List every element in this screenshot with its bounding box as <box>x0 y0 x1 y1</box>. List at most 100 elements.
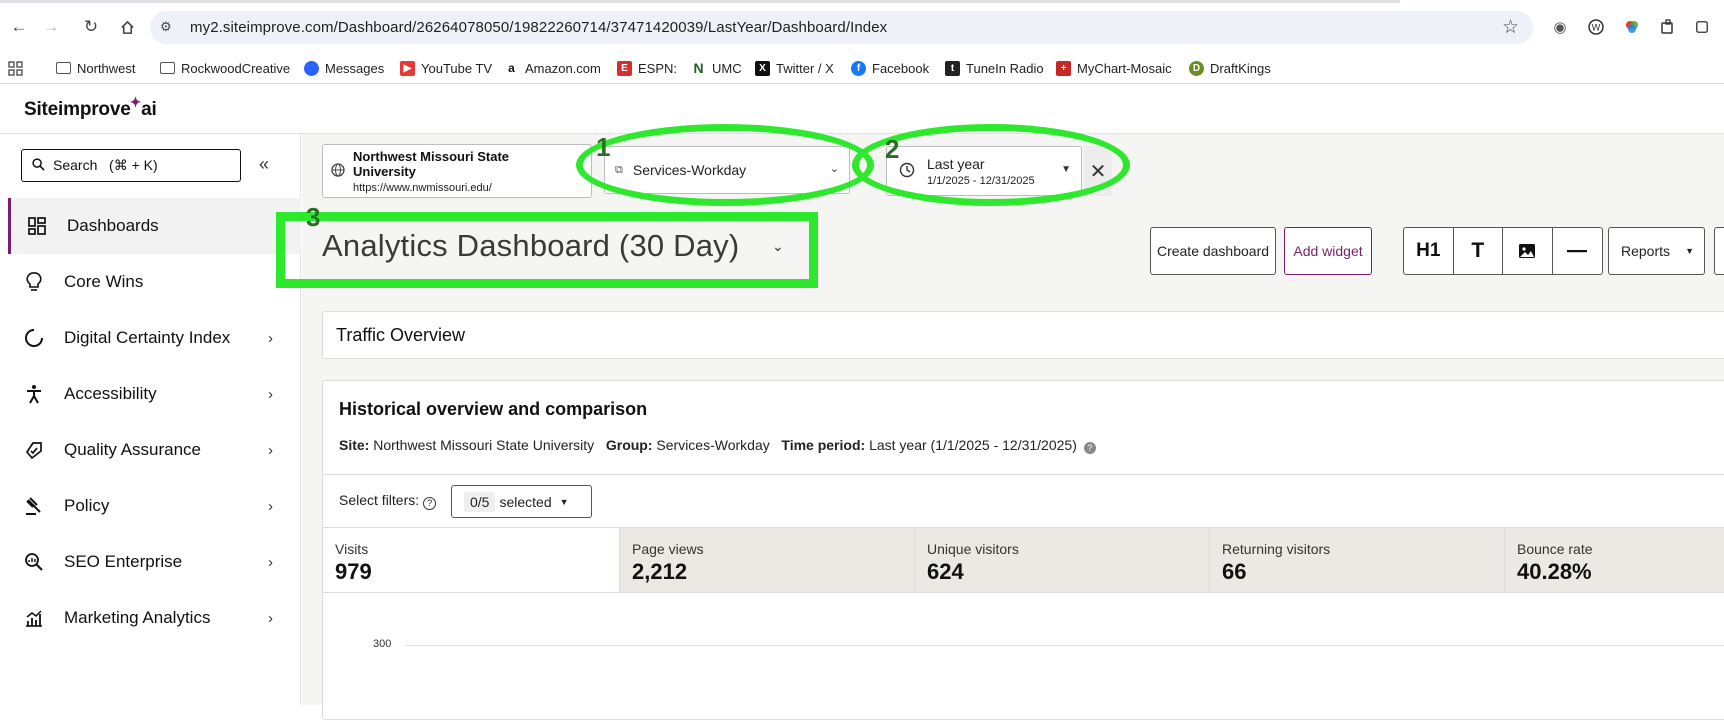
gavel-icon <box>23 495 45 517</box>
siteimprove-logo[interactable]: Siteimprove✦ai <box>24 94 157 121</box>
mychart-icon: + <box>1056 60 1071 76</box>
image-icon <box>1519 244 1536 258</box>
search-icon <box>32 157 45 174</box>
y-axis-tick: 300 <box>373 638 392 650</box>
address-bar[interactable]: ⚙ my2.siteimprove.com/Dashboard/26264078… <box>150 11 1533 44</box>
metric-returning-visitors[interactable]: Returning visitors 66 <box>1209 528 1504 592</box>
card-meta: Site: Northwest Missouri State Universit… <box>339 437 1096 454</box>
tab-strip <box>0 0 1400 3</box>
bookmark-northwest[interactable]: Northwest <box>56 58 136 78</box>
gridline <box>405 645 1724 646</box>
bookmark-messages[interactable]: Messages <box>304 58 384 78</box>
app-header: Siteimprove✦ai <box>0 84 1724 134</box>
sparkle-icon: ✦ <box>129 94 142 110</box>
metric-unique-visitors[interactable]: Unique visitors 624 <box>914 528 1209 592</box>
umc-icon: N <box>691 60 706 76</box>
filter-selector[interactable]: 0/5 selected ▼ <box>451 485 592 518</box>
facebook-icon: f <box>851 60 866 76</box>
bookmark-rockwoodcreative[interactable]: RockwoodCreative <box>160 58 290 78</box>
lightbulb-icon <box>23 271 45 293</box>
chevron-right-icon: › <box>268 385 273 403</box>
sidebar-item-digital-certainty-index[interactable]: Digital Certainty Index › <box>8 310 301 366</box>
chevron-right-icon: › <box>268 441 273 459</box>
side-panel-icon[interactable] <box>1692 16 1712 38</box>
home-icon[interactable] <box>116 16 138 38</box>
sidebar-item-dashboards[interactable]: Dashboards <box>8 198 301 254</box>
color-extension-icon[interactable] <box>1621 16 1643 38</box>
search-input[interactable]: Search (⌘ + K) <box>21 149 241 182</box>
bookmark-twitter[interactable]: X Twitter / X <box>755 58 834 78</box>
reports-dropdown[interactable]: Reports ▼ <box>1608 227 1705 275</box>
folder-icon <box>56 62 71 74</box>
caret-down-icon: ▼ <box>1685 246 1694 256</box>
sidebar-item-seo-enterprise[interactable]: SEO Enterprise › <box>8 534 301 590</box>
image-widget-button[interactable] <box>1503 228 1553 274</box>
reload-icon[interactable]: ↻ <box>80 16 102 38</box>
chevron-right-icon: › <box>268 553 273 571</box>
help-icon[interactable]: ? <box>423 497 437 510</box>
help-icon[interactable]: ? <box>1083 442 1096 454</box>
tunein-icon: t <box>945 60 960 76</box>
extensions-puzzle-icon[interactable] <box>1657 16 1679 38</box>
site-selector[interactable]: Northwest Missouri State University http… <box>322 144 592 198</box>
draftkings-icon: D <box>1189 60 1204 76</box>
apps-grid-icon[interactable] <box>8 58 23 78</box>
camera-icon[interactable]: ◉ <box>1549 16 1571 38</box>
site-info-icon[interactable]: ⚙ <box>160 19 172 35</box>
bookmark-amazon[interactable]: a Amazon.com <box>504 58 601 78</box>
back-icon[interactable]: ← <box>8 16 30 38</box>
sidebar-item-accessibility[interactable]: Accessibility › <box>8 366 301 422</box>
quality-icon <box>23 439 45 461</box>
site-url: https://www.nwmissouri.edu/ <box>353 182 492 194</box>
bookmark-facebook[interactable]: f Facebook <box>851 58 929 78</box>
analytics-icon <box>23 607 45 629</box>
collapse-sidebar-icon[interactable]: « <box>259 154 269 175</box>
sidebar-item-marketing-analytics[interactable]: Marketing Analytics › <box>8 590 301 646</box>
bookmark-youtube-tv[interactable]: ▶ YouTube TV <box>400 58 492 78</box>
bookmark-espn[interactable]: E ESPN: <box>617 58 677 78</box>
bookmark-draftkings[interactable]: D DraftKings <box>1189 58 1271 78</box>
traffic-overview-section: Traffic Overview <box>322 311 1724 359</box>
section-title: Traffic Overview <box>336 325 466 345</box>
caret-down-icon: ▼ <box>559 496 569 507</box>
annotation-number-3: 3 <box>306 202 321 232</box>
sidebar: Search (⌘ + K) « Dashboards Core Wins Di… <box>0 134 301 705</box>
chevron-right-icon: › <box>268 497 273 515</box>
bookmark-star-icon[interactable]: ☆ <box>1502 16 1519 39</box>
seo-icon <box>23 551 45 573</box>
bookmarks-bar: Northwest RockwoodCreative Messages ▶ You… <box>0 52 1724 84</box>
filters-label: Select filters:? <box>339 492 437 510</box>
svg-text:W: W <box>1592 24 1601 34</box>
create-dashboard-button[interactable]: Create dashboard <box>1150 227 1276 275</box>
browser-toolbar: ← → ↻ ⚙ my2.siteimprove.com/Dashboard/26… <box>0 0 1724 52</box>
accessibility-icon <box>23 383 45 405</box>
dashboard-icon <box>26 215 48 237</box>
text-widget-button[interactable]: T <box>1454 228 1503 274</box>
forward-icon[interactable]: → <box>40 16 62 38</box>
sidebar-item-policy[interactable]: Policy › <box>8 478 301 534</box>
sidebar-item-quality-assurance[interactable]: Quality Assurance › <box>8 422 301 478</box>
espn-icon: E <box>617 60 632 76</box>
add-widget-button[interactable]: Add widget <box>1284 227 1372 275</box>
metric-visits[interactable]: Visits 979 <box>323 528 619 592</box>
wordpress-extension-icon[interactable]: W <box>1585 16 1607 38</box>
heading-widget-button[interactable]: H1 <box>1404 228 1454 274</box>
bookmark-tunein[interactable]: t TuneIn Radio <box>945 58 1044 78</box>
divider-widget-button[interactable] <box>1553 228 1603 274</box>
annotation-ellipse-1 <box>576 124 874 206</box>
bookmark-mychart[interactable]: + MyChart-Mosaic <box>1056 58 1172 78</box>
bookmark-umc[interactable]: N UMC <box>691 58 742 78</box>
metric-bounce-rate[interactable]: Bounce rate 40.28% <box>1504 528 1724 592</box>
metric-page-views[interactable]: Page views 2,212 <box>619 528 914 592</box>
messages-icon <box>304 60 319 76</box>
historical-overview-card: Historical overview and comparison Site:… <box>322 380 1724 720</box>
url-text[interactable]: my2.siteimprove.com/Dashboard/2626407805… <box>190 19 887 36</box>
metrics-row: Visits 979 Page views 2,212 Unique visit… <box>323 527 1724 593</box>
globe-icon <box>331 163 345 180</box>
youtube-icon: ▶ <box>400 60 415 76</box>
annotation-rect-3 <box>276 212 818 288</box>
more-options-button[interactable] <box>1714 227 1724 275</box>
sidebar-item-core-wins[interactable]: Core Wins <box>8 254 301 310</box>
chevron-right-icon: › <box>268 329 273 347</box>
site-name: Northwest Missouri State University <box>353 149 510 179</box>
